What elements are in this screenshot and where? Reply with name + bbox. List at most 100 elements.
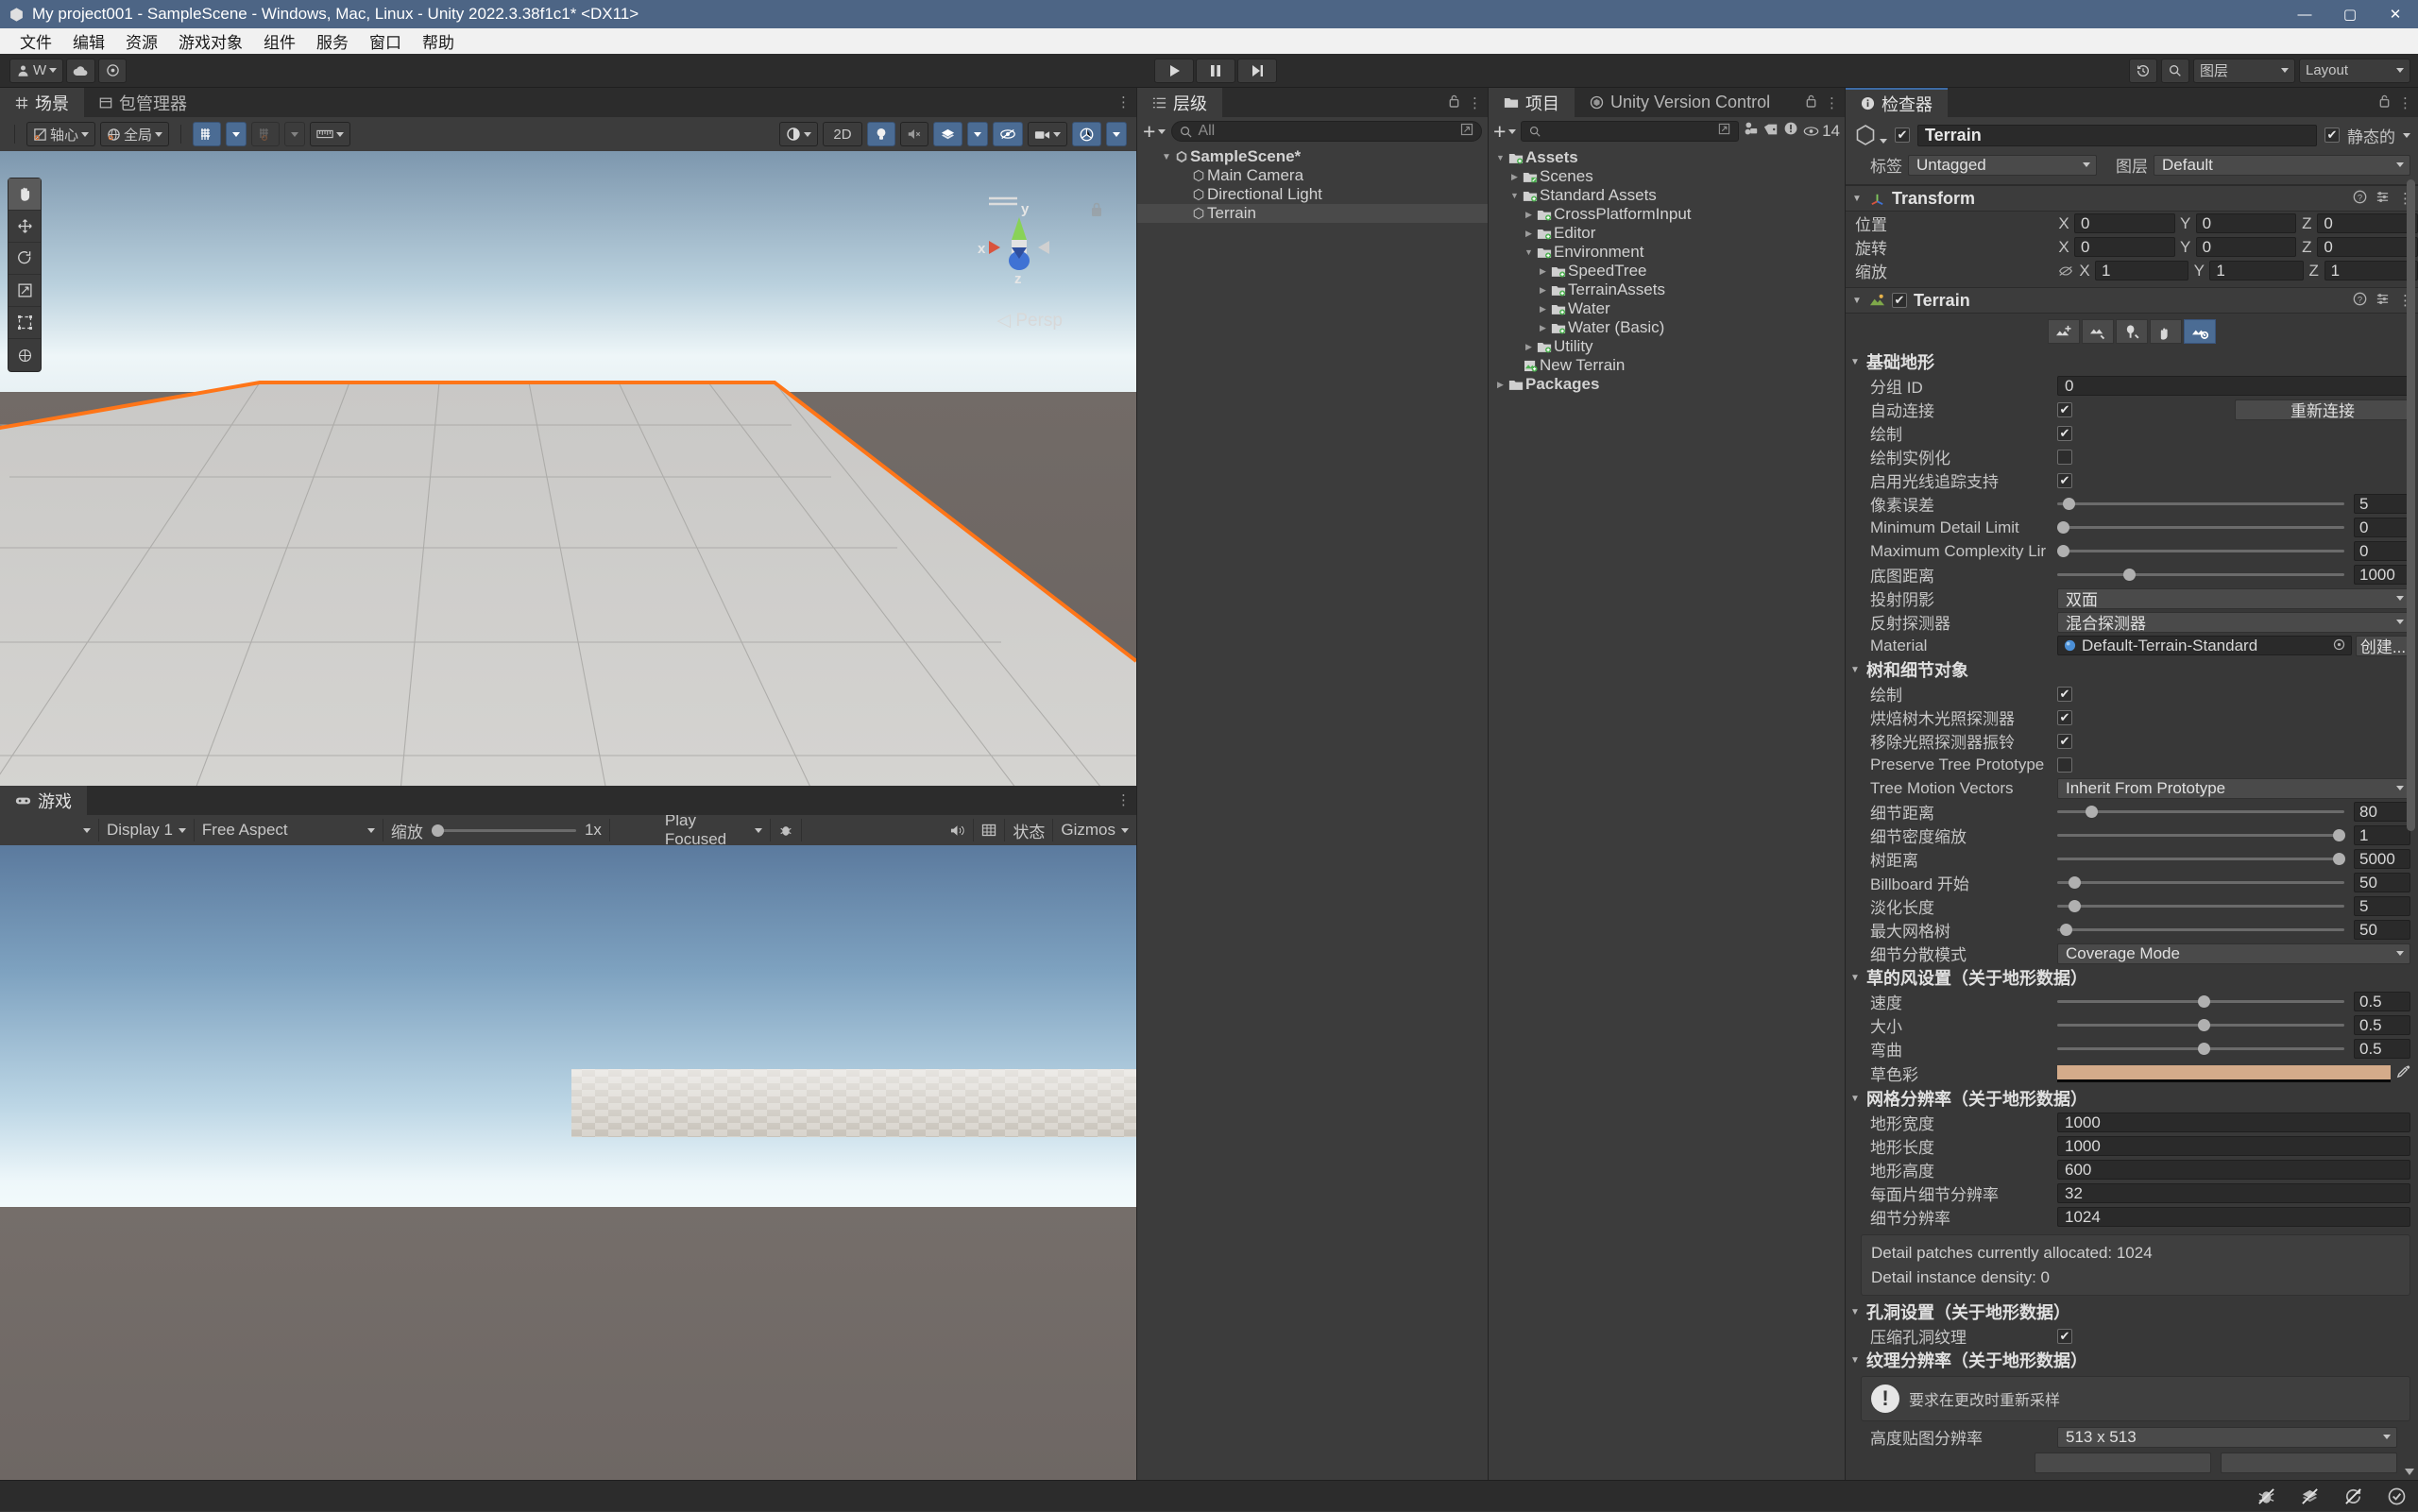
paint-trees-tool[interactable] (2116, 319, 2148, 344)
chevron-down-icon[interactable] (1880, 139, 1887, 144)
position-x-input[interactable]: 0 (2074, 213, 2175, 233)
fade-length-slider[interactable] (2057, 905, 2344, 908)
scale-tool[interactable] (9, 275, 41, 307)
slider-knob[interactable] (2333, 853, 2345, 865)
hierarchy-menu-icon[interactable]: ⋮ (1468, 94, 1482, 111)
camera-projection-label[interactable]: ◁ Persp (996, 310, 1063, 331)
scale-x-input[interactable]: 1 (2095, 261, 2188, 280)
rotation-y-input[interactable]: 0 (2196, 237, 2297, 257)
max-complexity-slider[interactable] (2057, 550, 2344, 552)
chevron-right-icon[interactable]: ▶ (1494, 380, 1507, 390)
play-focused-dropdown[interactable]: Play Focused (657, 819, 771, 841)
scene-tab-menu[interactable]: ⋮ (1116, 93, 1131, 110)
hierarchy-search-input[interactable]: All (1171, 121, 1482, 142)
reflection-probes-dropdown[interactable]: 混合探测器 (2057, 612, 2410, 633)
rotation-x-input[interactable]: 0 (2074, 237, 2175, 257)
max-complexity-input[interactable]: 0 (2354, 541, 2410, 561)
transform-tool[interactable] (9, 339, 41, 371)
hierarchy-item-terrain[interactable]: Terrain (1137, 204, 1488, 223)
handle-space-dropdown[interactable]: 全局 (100, 122, 169, 146)
slider-knob[interactable] (2069, 900, 2081, 912)
gizmos-dropdown-game[interactable]: Gizmos (1053, 819, 1136, 841)
tree-draw-checkbox[interactable]: ✔ (2057, 687, 2072, 702)
wind-speed-slider[interactable] (2057, 1000, 2344, 1003)
menu-item-component[interactable]: 组件 (253, 27, 306, 55)
ruler-icon[interactable] (310, 122, 350, 146)
project-item-new-terrain[interactable]: New Terrain (1489, 356, 1845, 375)
scale-z-input[interactable]: 1 (2324, 261, 2418, 280)
project-item-speedtree[interactable]: ▶SpeedTree (1489, 262, 1845, 280)
scale-slider[interactable]: 缩放 1x (383, 819, 610, 841)
chevron-right-icon[interactable]: ▶ (1508, 172, 1521, 182)
min-detail-slider[interactable] (2057, 526, 2344, 529)
slider-knob[interactable] (2198, 1043, 2210, 1055)
wind-speed-input[interactable]: 0.5 (2354, 992, 2410, 1011)
transform-component-header[interactable]: ▼ Transform ? ⋮ (1846, 185, 2418, 212)
lighting-toggle[interactable] (867, 122, 895, 146)
terrain-width-input[interactable]: 1000 (2057, 1113, 2410, 1132)
shading-mode-dropdown[interactable] (779, 122, 818, 146)
camera-settings-dropdown[interactable] (1028, 122, 1067, 146)
gizmos-toggle[interactable] (1072, 122, 1101, 146)
preserve-prototype-checkbox[interactable]: ✔ (2057, 757, 2072, 773)
hand-tool[interactable] (9, 178, 41, 211)
grass-wind-section-header[interactable]: ▼ 草的风设置（关于地形数据） (1846, 965, 2418, 990)
base-map-distance-input[interactable]: 1000 (2354, 565, 2410, 585)
chevron-down-icon[interactable]: ▼ (1849, 357, 1861, 367)
chevron-right-icon[interactable]: ▶ (1537, 266, 1549, 277)
move-tool[interactable] (9, 211, 41, 243)
lock-icon[interactable] (2378, 93, 2391, 111)
slider-knob[interactable] (2333, 829, 2345, 841)
account-button[interactable]: W (9, 59, 63, 83)
layer-dropdown[interactable]: Default (2154, 155, 2410, 176)
audio-toggle[interactable] (900, 122, 928, 146)
position-z-input[interactable]: 0 (2317, 213, 2418, 233)
inspector-scrollbar[interactable] (2406, 117, 2417, 1480)
scale-y-input[interactable]: 1 (2209, 261, 2303, 280)
step-button[interactable] (1237, 59, 1277, 83)
detail-distance-input[interactable]: 80 (2354, 802, 2410, 822)
mute-audio-icon[interactable] (942, 819, 974, 841)
type-filter-icon[interactable] (1744, 121, 1759, 142)
refresh-muted-icon[interactable] (2331, 1481, 2375, 1512)
2d-toggle[interactable]: 2D (823, 122, 862, 146)
grass-tint-color-swatch[interactable] (2057, 1065, 2391, 1082)
tree-detail-section-header[interactable]: ▼ 树和细节对象 (1846, 657, 2418, 682)
preset-icon[interactable] (2375, 190, 2390, 208)
draw-instanced-checkbox[interactable]: ✔ (2057, 450, 2072, 465)
minimize-button[interactable]: — (2282, 0, 2327, 28)
raytracing-checkbox[interactable]: ✔ (2057, 473, 2072, 488)
close-button[interactable]: ✕ (2373, 0, 2418, 28)
compress-holes-checkbox[interactable]: ✔ (2057, 1329, 2072, 1344)
project-search-input[interactable] (1521, 121, 1739, 142)
scroll-down-arrow-icon[interactable] (2403, 1465, 2416, 1478)
constrain-proportions-icon[interactable] (2057, 264, 2074, 278)
slider-knob[interactable] (2198, 995, 2210, 1008)
rotate-tool[interactable] (9, 243, 41, 275)
cloud-button[interactable] (66, 59, 95, 83)
tag-dropdown[interactable]: Untagged (1908, 155, 2097, 176)
rotation-z-input[interactable]: 0 (2317, 237, 2418, 257)
gameobject-name-input[interactable]: Terrain (1917, 125, 2317, 146)
chevron-right-icon[interactable]: ▶ (1523, 342, 1535, 352)
terrain-component-header[interactable]: ▼ ✔ Terrain ? ⋮ (1846, 287, 2418, 314)
game-tab-menu[interactable]: ⋮ (1116, 791, 1131, 808)
project-item-crossplatforminput[interactable]: ▶CrossPlatformInput (1489, 205, 1845, 224)
wind-bending-input[interactable]: 0.5 (2354, 1039, 2410, 1059)
project-item-editor[interactable]: ▶Editor (1489, 224, 1845, 243)
check-circle-icon[interactable] (2375, 1481, 2418, 1512)
bug-icon[interactable] (771, 819, 802, 841)
create-neighbor-terrains-tool[interactable] (2048, 319, 2080, 344)
visible-count[interactable]: 14 (1803, 122, 1840, 141)
slider-knob[interactable] (2198, 1019, 2210, 1031)
chevron-down-icon[interactable]: ▼ (1494, 153, 1507, 162)
chevron-right-icon[interactable]: ▶ (1537, 285, 1549, 296)
game-view-options[interactable] (0, 819, 99, 841)
hierarchy-add-button[interactable]: + (1143, 124, 1166, 139)
min-detail-input[interactable]: 0 (2354, 518, 2410, 537)
search-expand-icon[interactable] (1718, 123, 1730, 140)
texture-resolution-section-header[interactable]: ▼ 纹理分辨率（关于地形数据） (1846, 1348, 2418, 1372)
layers-muted-icon[interactable] (2288, 1481, 2331, 1512)
fade-length-input[interactable]: 5 (2354, 896, 2410, 916)
slider-knob[interactable] (2060, 924, 2072, 936)
